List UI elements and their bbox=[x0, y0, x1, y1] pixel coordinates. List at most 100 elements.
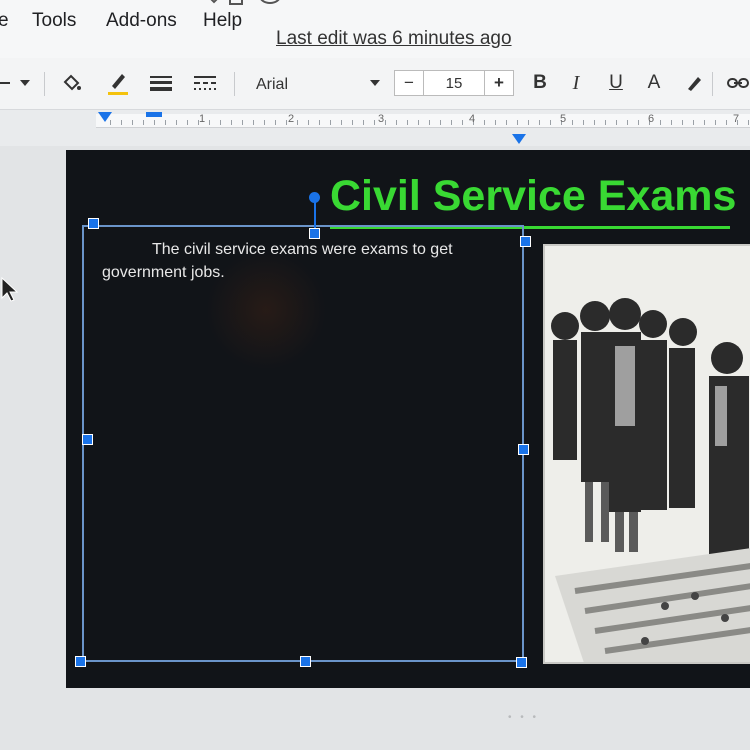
menu-help[interactable]: Help bbox=[203, 10, 242, 32]
ruler-tick bbox=[308, 120, 309, 125]
ruler-number: 1 bbox=[199, 113, 206, 125]
chevron-down-icon[interactable] bbox=[368, 70, 382, 96]
ruler-tick bbox=[341, 120, 342, 125]
ruler-tick bbox=[209, 120, 210, 125]
ruler-tick bbox=[242, 120, 243, 125]
link-icon[interactable] bbox=[726, 70, 750, 96]
ruler-tick bbox=[462, 120, 463, 125]
ruler-tick bbox=[726, 120, 727, 125]
line-weight-icon[interactable] bbox=[148, 70, 174, 96]
toolbar-divider bbox=[44, 72, 45, 96]
slide-body-text[interactable]: The civil service exams were exams to ge… bbox=[102, 238, 512, 284]
ruler-tick bbox=[121, 120, 122, 125]
ruler-tick bbox=[660, 120, 661, 125]
font-size-decrease-button[interactable]: − bbox=[394, 70, 424, 96]
last-edit-link[interactable]: Last edit was 6 minutes ago bbox=[276, 28, 512, 50]
font-size-input[interactable]: 15 bbox=[424, 70, 484, 96]
toolbar: Arial − 15 + B I U A bbox=[0, 58, 750, 110]
underline-button[interactable]: U bbox=[604, 70, 628, 96]
left-indent-marker[interactable] bbox=[96, 110, 116, 124]
ruler-number: 6 bbox=[648, 113, 655, 125]
ruler-tick bbox=[363, 120, 364, 125]
ruler-number: 2 bbox=[288, 113, 295, 125]
italic-button[interactable]: I bbox=[564, 70, 588, 96]
ruler-tick bbox=[286, 120, 287, 125]
menu-file[interactable]: e bbox=[0, 10, 9, 32]
ruler-tick bbox=[451, 120, 452, 125]
ruler-tick bbox=[165, 120, 166, 125]
ruler-tick bbox=[396, 120, 397, 125]
pen-icon[interactable] bbox=[104, 70, 132, 96]
resize-handle-top-left[interactable] bbox=[88, 218, 99, 229]
toolbar-divider bbox=[234, 72, 235, 96]
ruler-tick bbox=[176, 120, 177, 125]
ruler-number: 7 bbox=[733, 113, 740, 125]
political-cartoon-image[interactable] bbox=[543, 244, 750, 664]
ruler-tick bbox=[638, 120, 639, 125]
ruler-tick bbox=[154, 120, 155, 125]
ruler-tick bbox=[418, 120, 419, 125]
ruler-tick bbox=[572, 120, 573, 125]
menu-addons[interactable]: Add-ons bbox=[106, 10, 177, 32]
text-color-button[interactable]: A bbox=[642, 70, 666, 96]
ruler-tick bbox=[594, 120, 595, 125]
resize-handle-top-right[interactable] bbox=[520, 236, 531, 247]
ruler-tick bbox=[253, 120, 254, 125]
resize-handle-top[interactable] bbox=[309, 228, 320, 239]
ruler-tick bbox=[682, 120, 683, 125]
font-size-increase-button[interactable]: + bbox=[484, 70, 514, 96]
bold-button[interactable]: B bbox=[528, 70, 552, 96]
paint-bucket-icon[interactable] bbox=[58, 70, 86, 96]
ruler-tick bbox=[627, 120, 628, 125]
first-line-indent-marker[interactable] bbox=[146, 110, 164, 120]
resize-handle-bottom-left[interactable] bbox=[75, 656, 86, 667]
right-indent-marker[interactable] bbox=[510, 132, 530, 146]
ruler-tick bbox=[132, 120, 133, 125]
ruler-number: 5 bbox=[560, 113, 567, 125]
resize-handle-bottom-right[interactable] bbox=[516, 657, 527, 668]
font-family-select[interactable]: Arial bbox=[256, 76, 288, 94]
chevron-down-icon[interactable] bbox=[18, 70, 32, 96]
ruler-tick bbox=[231, 120, 232, 125]
menu-tools[interactable]: Tools bbox=[32, 10, 76, 32]
ruler-tick bbox=[495, 120, 496, 125]
ruler-number: 3 bbox=[378, 113, 385, 125]
ruler-tick bbox=[550, 120, 551, 125]
ruler-tick bbox=[352, 120, 353, 125]
ruler-tick bbox=[275, 120, 276, 125]
resize-handle-right[interactable] bbox=[518, 444, 529, 455]
ruler-tick bbox=[319, 120, 320, 125]
ruler-tick bbox=[330, 120, 331, 125]
ruler-tick bbox=[748, 120, 749, 125]
ruler-tick bbox=[264, 120, 265, 125]
line-dash-icon[interactable] bbox=[192, 70, 218, 96]
menu-bar: e Tools Add-ons Help Last edit was 6 min… bbox=[0, 0, 750, 58]
ruler-tick bbox=[583, 120, 584, 125]
resize-handle-bottom[interactable] bbox=[300, 656, 311, 667]
toolbar-divider bbox=[712, 72, 713, 96]
toolbar-fragment[interactable] bbox=[0, 70, 12, 96]
ruler-tick bbox=[440, 120, 441, 125]
ruler-tick bbox=[143, 120, 144, 125]
ruler-tick bbox=[693, 120, 694, 125]
ruler-tick bbox=[297, 120, 298, 125]
ruler-tick bbox=[539, 120, 540, 125]
ruler-tick bbox=[374, 120, 375, 125]
ruler-tick bbox=[407, 120, 408, 125]
slide-title[interactable]: Civil Service Exams bbox=[330, 172, 736, 221]
ruler-tick bbox=[517, 120, 518, 125]
ruler-tick bbox=[671, 120, 672, 125]
ruler-tick bbox=[616, 120, 617, 125]
resize-handle-left[interactable] bbox=[82, 434, 93, 445]
ruler-tick bbox=[429, 120, 430, 125]
rotation-handle[interactable] bbox=[309, 192, 320, 203]
highlighter-icon[interactable] bbox=[682, 70, 706, 96]
selected-text-box[interactable] bbox=[82, 225, 524, 662]
rotation-handle-line bbox=[314, 198, 316, 232]
ruler-tick bbox=[704, 120, 705, 125]
ruler-number: 4 bbox=[469, 113, 476, 125]
ruler-tick bbox=[528, 120, 529, 125]
mouse-cursor-icon bbox=[1, 276, 19, 302]
ruler-tick bbox=[605, 120, 606, 125]
ruler-tick bbox=[506, 120, 507, 125]
